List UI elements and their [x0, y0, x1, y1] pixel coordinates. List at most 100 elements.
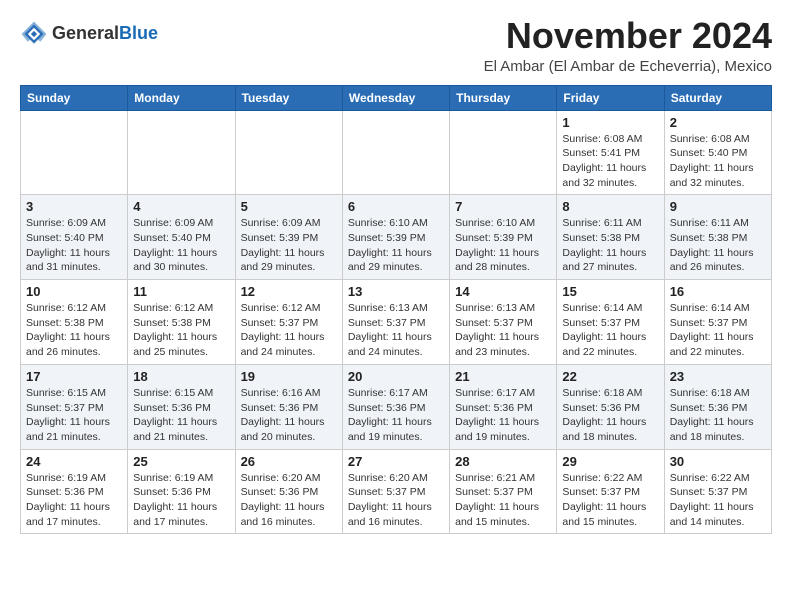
calendar-cell: 29Sunrise: 6:22 AM Sunset: 5:37 PM Dayli… [557, 449, 664, 534]
day-number: 10 [26, 284, 122, 299]
month-title: November 2024 [484, 16, 772, 56]
calendar-cell: 17Sunrise: 6:15 AM Sunset: 5:37 PM Dayli… [21, 364, 128, 449]
logo: General Blue [20, 20, 158, 48]
calendar-week-0: 1 Sunrise: 6:08 AM Sunset: 5:41 PM Daylig… [21, 110, 772, 195]
day-number: 21 [455, 369, 551, 384]
calendar-cell: 10Sunrise: 6:12 AM Sunset: 5:38 PM Dayli… [21, 280, 128, 365]
day-info: Sunrise: 6:18 AM Sunset: 5:36 PM Dayligh… [670, 386, 766, 445]
weekday-header-sunday: Sunday [21, 85, 128, 110]
weekday-header-saturday: Saturday [664, 85, 771, 110]
day-info: Sunrise: 6:21 AM Sunset: 5:37 PM Dayligh… [455, 471, 551, 530]
calendar-cell: 20 Sunrise: 6:17 AM Sunset: 5:36 PM Dayli… [342, 364, 449, 449]
day-info: Sunrise: 6:14 AM Sunset: 5:37 PM Dayligh… [562, 301, 658, 360]
day-info: Sunrise: 6:10 AM Sunset: 5:39 PM Dayligh… [455, 216, 551, 275]
calendar-cell: 13Sunrise: 6:13 AM Sunset: 5:37 PM Dayli… [342, 280, 449, 365]
title-area: November 2024 El Ambar (El Ambar de Eche… [484, 16, 772, 75]
weekday-header-row: SundayMondayTuesdayWednesdayThursdayFrid… [21, 85, 772, 110]
calendar-header: SundayMondayTuesdayWednesdayThursdayFrid… [21, 85, 772, 110]
day-info: Sunrise: 6:09 AM Sunset: 5:40 PM Dayligh… [133, 216, 229, 275]
calendar-cell: 21 Sunrise: 6:17 AM Sunset: 5:36 PM Dayli… [450, 364, 557, 449]
day-number: 25 [133, 454, 229, 469]
calendar-week-1: 3 Sunrise: 6:09 AM Sunset: 5:40 PM Daylig… [21, 195, 772, 280]
day-info: Sunrise: 6:11 AM Sunset: 5:38 PM Dayligh… [562, 216, 658, 275]
day-number: 29 [562, 454, 658, 469]
weekday-header-tuesday: Tuesday [235, 85, 342, 110]
calendar-cell: 19 Sunrise: 6:16 AM Sunset: 5:36 PM Dayli… [235, 364, 342, 449]
calendar-cell: 25 Sunrise: 6:19 AM Sunset: 5:36 PM Dayli… [128, 449, 235, 534]
day-number: 16 [670, 284, 766, 299]
calendar-cell: 15Sunrise: 6:14 AM Sunset: 5:37 PM Dayli… [557, 280, 664, 365]
day-info: Sunrise: 6:08 AM Sunset: 5:40 PM Dayligh… [670, 132, 766, 191]
day-number: 22 [562, 369, 658, 384]
day-info: Sunrise: 6:09 AM Sunset: 5:40 PM Dayligh… [26, 216, 122, 275]
header: General Blue November 2024 El Ambar (El … [20, 16, 772, 75]
day-info: Sunrise: 6:09 AM Sunset: 5:39 PM Dayligh… [241, 216, 337, 275]
calendar-body: 1 Sunrise: 6:08 AM Sunset: 5:41 PM Daylig… [21, 110, 772, 534]
day-number: 3 [26, 199, 122, 214]
calendar-week-2: 10 Sunrise: 6:12 AM Sunset: 5:38 PM Dayli… [21, 280, 772, 365]
day-info: Sunrise: 6:19 AM Sunset: 5:36 PM Dayligh… [133, 471, 229, 530]
logo-text: General Blue [52, 24, 158, 44]
calendar-cell [128, 110, 235, 195]
day-info: Sunrise: 6:20 AM Sunset: 5:36 PM Dayligh… [241, 471, 337, 530]
day-number: 7 [455, 199, 551, 214]
calendar-cell: 22 Sunrise: 6:18 AM Sunset: 5:36 PM Dayli… [557, 364, 664, 449]
calendar-cell: 6Sunrise: 6:10 AM Sunset: 5:39 PM Daylig… [342, 195, 449, 280]
day-info: Sunrise: 6:18 AM Sunset: 5:36 PM Dayligh… [562, 386, 658, 445]
logo-icon [20, 20, 48, 48]
day-info: Sunrise: 6:12 AM Sunset: 5:37 PM Dayligh… [241, 301, 337, 360]
day-number: 17 [26, 369, 122, 384]
calendar-cell: 7 Sunrise: 6:10 AM Sunset: 5:39 PM Daylig… [450, 195, 557, 280]
day-info: Sunrise: 6:17 AM Sunset: 5:36 PM Dayligh… [348, 386, 444, 445]
calendar-week-3: 17Sunrise: 6:15 AM Sunset: 5:37 PM Dayli… [21, 364, 772, 449]
calendar-cell: 26Sunrise: 6:20 AM Sunset: 5:36 PM Dayli… [235, 449, 342, 534]
day-number: 5 [241, 199, 337, 214]
day-info: Sunrise: 6:11 AM Sunset: 5:38 PM Dayligh… [670, 216, 766, 275]
calendar-cell: 18 Sunrise: 6:15 AM Sunset: 5:36 PM Dayli… [128, 364, 235, 449]
day-number: 2 [670, 115, 766, 130]
day-number: 19 [241, 369, 337, 384]
calendar-cell [21, 110, 128, 195]
calendar-cell: 28Sunrise: 6:21 AM Sunset: 5:37 PM Dayli… [450, 449, 557, 534]
day-number: 8 [562, 199, 658, 214]
day-number: 9 [670, 199, 766, 214]
calendar-cell: 4 Sunrise: 6:09 AM Sunset: 5:40 PM Daylig… [128, 195, 235, 280]
day-number: 23 [670, 369, 766, 384]
calendar-cell: 24 Sunrise: 6:19 AM Sunset: 5:36 PM Dayli… [21, 449, 128, 534]
calendar-cell: 12 Sunrise: 6:12 AM Sunset: 5:37 PM Dayli… [235, 280, 342, 365]
calendar-cell: 14Sunrise: 6:13 AM Sunset: 5:37 PM Dayli… [450, 280, 557, 365]
calendar-cell: 30Sunrise: 6:22 AM Sunset: 5:37 PM Dayli… [664, 449, 771, 534]
day-info: Sunrise: 6:17 AM Sunset: 5:36 PM Dayligh… [455, 386, 551, 445]
day-info: Sunrise: 6:19 AM Sunset: 5:36 PM Dayligh… [26, 471, 122, 530]
location-subtitle: El Ambar (El Ambar de Echeverria), Mexic… [484, 58, 772, 75]
day-number: 4 [133, 199, 229, 214]
day-number: 27 [348, 454, 444, 469]
day-number: 20 [348, 369, 444, 384]
calendar-table: SundayMondayTuesdayWednesdayThursdayFrid… [20, 85, 772, 535]
day-info: Sunrise: 6:15 AM Sunset: 5:36 PM Dayligh… [133, 386, 229, 445]
calendar-cell: 5 Sunrise: 6:09 AM Sunset: 5:39 PM Daylig… [235, 195, 342, 280]
day-info: Sunrise: 6:12 AM Sunset: 5:38 PM Dayligh… [133, 301, 229, 360]
weekday-header-monday: Monday [128, 85, 235, 110]
day-info: Sunrise: 6:16 AM Sunset: 5:36 PM Dayligh… [241, 386, 337, 445]
calendar-cell: 16Sunrise: 6:14 AM Sunset: 5:37 PM Dayli… [664, 280, 771, 365]
calendar-cell: 9 Sunrise: 6:11 AM Sunset: 5:38 PM Daylig… [664, 195, 771, 280]
day-number: 18 [133, 369, 229, 384]
day-number: 1 [562, 115, 658, 130]
weekday-header-friday: Friday [557, 85, 664, 110]
calendar-cell [450, 110, 557, 195]
weekday-header-wednesday: Wednesday [342, 85, 449, 110]
day-number: 24 [26, 454, 122, 469]
calendar-cell [342, 110, 449, 195]
day-info: Sunrise: 6:08 AM Sunset: 5:41 PM Dayligh… [562, 132, 658, 191]
day-number: 12 [241, 284, 337, 299]
day-number: 14 [455, 284, 551, 299]
day-info: Sunrise: 6:22 AM Sunset: 5:37 PM Dayligh… [670, 471, 766, 530]
calendar-cell: 3 Sunrise: 6:09 AM Sunset: 5:40 PM Daylig… [21, 195, 128, 280]
weekday-header-thursday: Thursday [450, 85, 557, 110]
calendar-cell: 2 Sunrise: 6:08 AM Sunset: 5:40 PM Daylig… [664, 110, 771, 195]
calendar-cell: 8 Sunrise: 6:11 AM Sunset: 5:38 PM Daylig… [557, 195, 664, 280]
calendar-cell: 23 Sunrise: 6:18 AM Sunset: 5:36 PM Dayli… [664, 364, 771, 449]
day-info: Sunrise: 6:10 AM Sunset: 5:39 PM Dayligh… [348, 216, 444, 275]
calendar-cell [235, 110, 342, 195]
